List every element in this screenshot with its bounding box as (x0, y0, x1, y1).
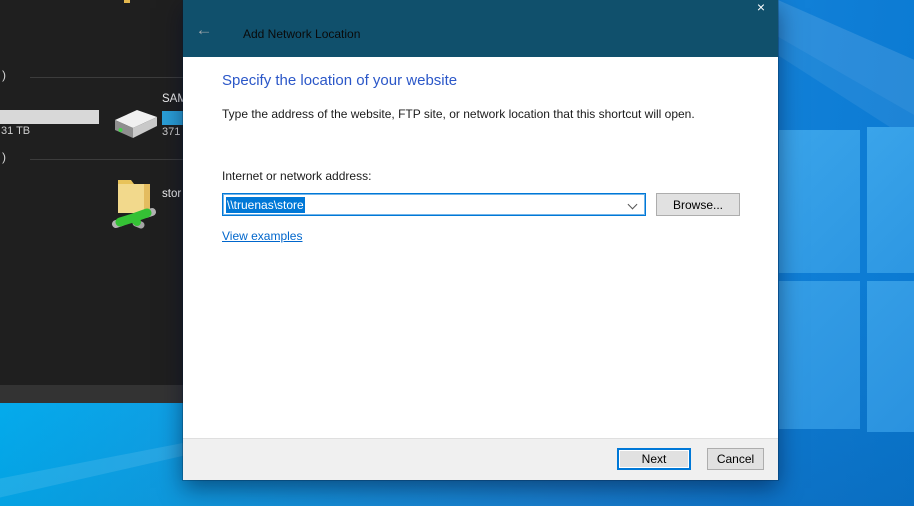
hard-drive-icon[interactable] (112, 105, 158, 146)
next-button[interactable]: Next (617, 448, 691, 470)
cancel-button-label: Cancel (717, 452, 754, 466)
light-beam (0, 400, 186, 506)
address-combobox[interactable]: \\truenas\store (222, 193, 646, 216)
windows-logo-pane (867, 281, 914, 432)
folder-icon (124, 0, 130, 3)
drive-usage-bar (0, 110, 99, 124)
explorer-status-bar (0, 385, 186, 403)
group-divider (30, 159, 186, 160)
description-text: Type the address of the website, FTP sit… (222, 107, 695, 121)
windows-logo-pane (867, 127, 914, 273)
browse-button-label: Browse... (673, 198, 723, 212)
address-label: Internet or network address: (222, 169, 371, 183)
file-explorer-window: ) 31 TB SAM 371 ) stor (0, 0, 186, 403)
address-value-selected: \\truenas\store (226, 197, 305, 213)
next-button-label: Next (642, 452, 667, 466)
view-examples-link[interactable]: View examples (222, 229, 302, 243)
group-divider (30, 77, 186, 78)
windows-logo-pane (779, 130, 860, 273)
add-network-location-dialog: ← Add Network Location × Specify the loc… (183, 0, 778, 480)
page-title: Specify the location of your website (222, 72, 457, 89)
windows-logo-pane (779, 281, 860, 429)
back-icon[interactable]: ← (192, 20, 216, 40)
group-header-devices: ) (2, 68, 6, 82)
network-share-label[interactable]: stor (162, 188, 181, 200)
dialog-titlebar: ← Add Network Location × (183, 0, 778, 57)
cancel-button[interactable]: Cancel (707, 448, 764, 470)
browse-button[interactable]: Browse... (656, 193, 740, 216)
network-folder-icon[interactable] (110, 172, 158, 235)
drive-free-space-text: 371 (162, 126, 180, 138)
dialog-title: Add Network Location (243, 27, 360, 41)
dialog-footer: Next Cancel (183, 438, 778, 480)
dialog-body: Specify the location of your website Typ… (183, 57, 778, 438)
close-icon[interactable]: × (750, 0, 772, 16)
group-header-network: ) (2, 150, 6, 164)
chevron-down-icon[interactable] (628, 200, 638, 210)
drive-capacity-text: 31 TB (1, 125, 30, 137)
